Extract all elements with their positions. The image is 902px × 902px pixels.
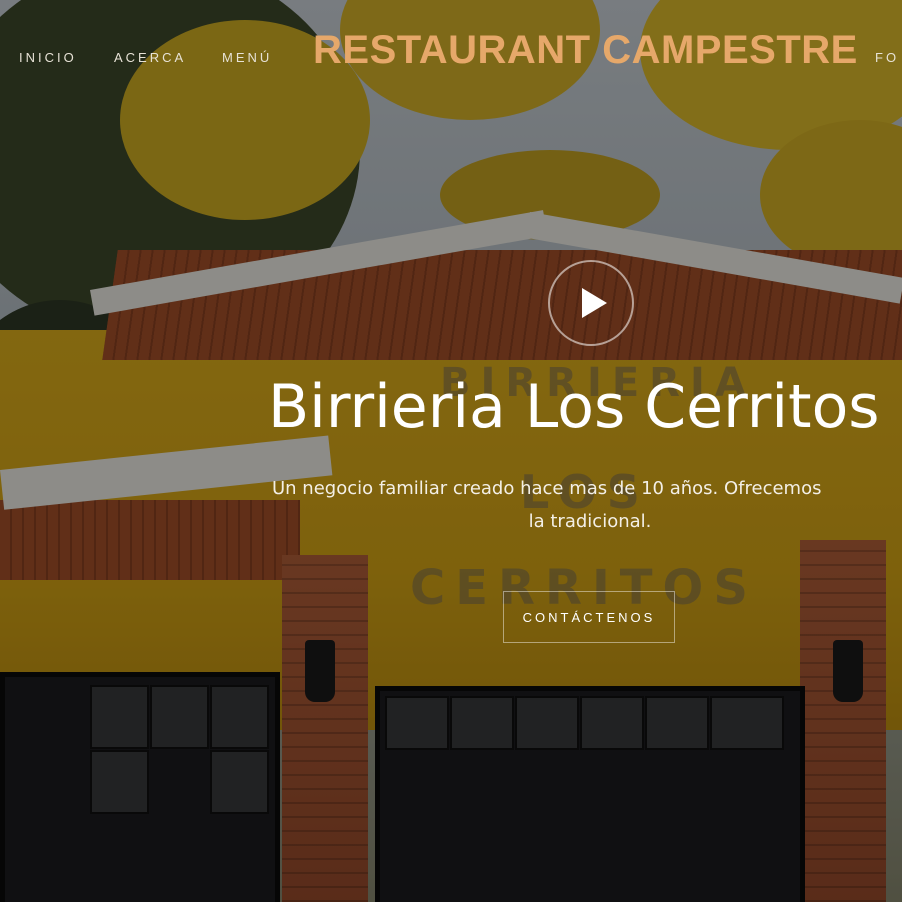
hero-title: Birrieria Los Cerritos xyxy=(268,372,880,442)
hero-description-line2: la tradicional. xyxy=(528,511,652,532)
play-video-button[interactable] xyxy=(548,260,634,346)
dark-overlay xyxy=(0,0,902,902)
nav-link-fotos[interactable]: FO xyxy=(875,50,899,65)
nav-link-inicio[interactable]: INICIO xyxy=(19,50,77,65)
nav-link-menu[interactable]: MENÚ xyxy=(222,50,272,65)
contact-button[interactable]: CONTÁCTENOS xyxy=(503,591,675,643)
hero-background-photo: BIRRIERIA LOS CERRITOS xyxy=(0,0,902,902)
top-navigation: INICIO ACERCA MENÚ RESTAURANT CAMPESTRE … xyxy=(0,0,902,110)
nav-link-acerca[interactable]: ACERCA xyxy=(114,50,186,65)
hero-description-line1: Un negocio familiar creado hace mas de 1… xyxy=(272,478,822,499)
site-brand-logo[interactable]: RESTAURANT CAMPESTRE xyxy=(313,28,858,73)
play-icon xyxy=(582,288,607,318)
